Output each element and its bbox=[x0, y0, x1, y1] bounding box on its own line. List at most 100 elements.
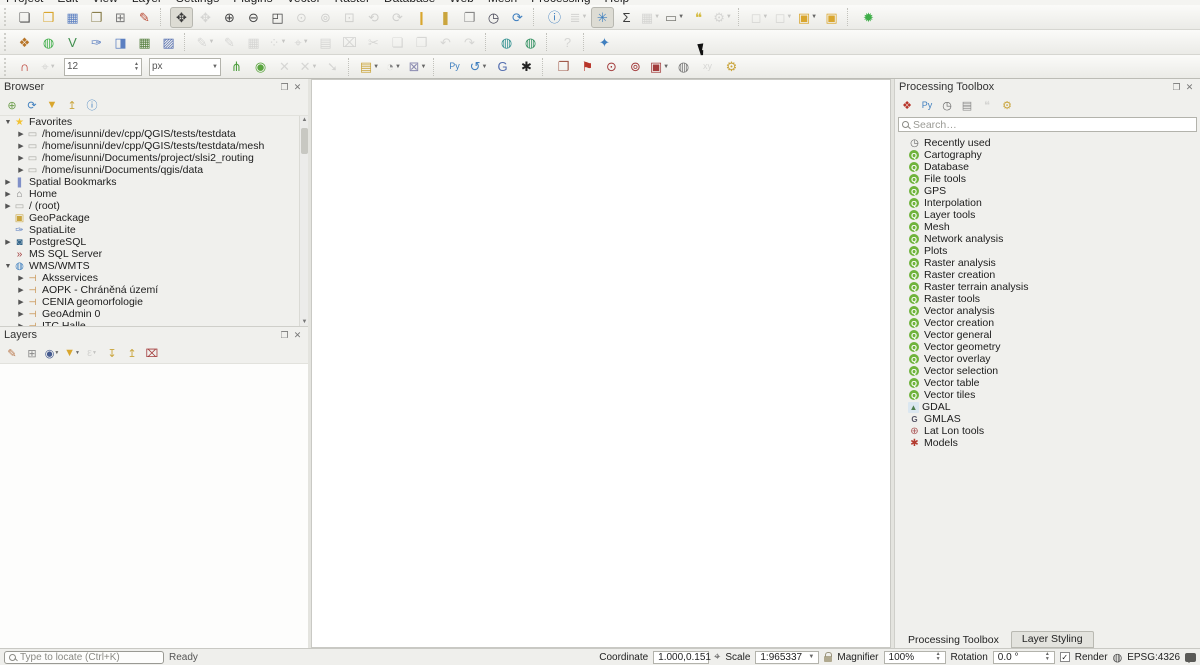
statistics-button[interactable]: Σ bbox=[615, 7, 638, 28]
georeferencer-button[interactable]: ✦ bbox=[593, 32, 616, 53]
tree-item-favorites[interactable]: ▼★Favorites bbox=[0, 116, 308, 128]
toolbar-handle[interactable] bbox=[4, 33, 9, 51]
rotation-spinbox[interactable]: 0.0 ° ▲▼ bbox=[993, 651, 1055, 664]
messages-icon[interactable] bbox=[1185, 653, 1196, 662]
tree-item-mesh[interactable]: QMesh bbox=[895, 221, 1200, 233]
pin-labels-button[interactable]: ⊠▼ bbox=[406, 56, 429, 77]
topological-editing-button[interactable]: ⋔ bbox=[225, 56, 248, 77]
layout-manager-button[interactable]: ⊞ bbox=[109, 7, 132, 28]
tree-item-interpolation[interactable]: QInterpolation bbox=[895, 197, 1200, 209]
tree-item-home[interactable]: ▶⌂Home bbox=[0, 188, 308, 200]
expand-arrow-icon[interactable]: ▶ bbox=[3, 202, 13, 210]
measure-button[interactable]: ▭▼ bbox=[663, 7, 686, 28]
add-wms-service-button[interactable]: ◍ bbox=[495, 32, 518, 53]
gml-application-schema-button[interactable]: G bbox=[491, 56, 514, 77]
new-bookmark-button[interactable]: ❙ bbox=[410, 7, 433, 28]
tree-item-spatialite[interactable]: ✑SpatiaLite bbox=[0, 224, 308, 236]
tree-item-vector-general[interactable]: QVector general bbox=[895, 329, 1200, 341]
layers-list-empty[interactable] bbox=[0, 363, 308, 648]
enable-tracing-button[interactable]: ◉ bbox=[249, 56, 272, 77]
pan-map-button[interactable]: ✥ bbox=[170, 7, 193, 28]
tree-item-lat-lon-tools[interactable]: ⊕Lat Lon tools bbox=[895, 425, 1200, 437]
add-raster-layer-button[interactable]: ▦ bbox=[133, 32, 156, 53]
add-arcgis-service-button[interactable]: ◍ bbox=[519, 32, 542, 53]
expand-arrow-icon[interactable]: ▶ bbox=[16, 322, 26, 326]
snapping-toggle-button[interactable]: ∩ bbox=[13, 56, 36, 77]
filter-legend-button[interactable]: ▼▼ bbox=[63, 345, 81, 362]
add-geopackage-layer-button[interactable]: ◍ bbox=[37, 32, 60, 53]
layers-close-button[interactable]: ✕ bbox=[291, 330, 304, 341]
toolbar-handle[interactable] bbox=[4, 8, 9, 26]
tree-item-recently-used[interactable]: ◷Recently used bbox=[895, 137, 1200, 149]
open-project-button[interactable]: ❒ bbox=[37, 7, 60, 28]
menu-mesh[interactable]: Mesh bbox=[488, 0, 517, 5]
menu-web[interactable]: Web bbox=[449, 0, 473, 5]
magnifier-spinbox[interactable]: 100% ▲▼ bbox=[884, 651, 946, 664]
expand-all-button[interactable]: ↧ bbox=[103, 345, 121, 362]
menu-processing[interactable]: Processing bbox=[531, 0, 590, 5]
tree-item-file-tools[interactable]: QFile tools bbox=[895, 173, 1200, 185]
tree-item-home-isunni-dev-cpp-qgis-tests-testdata[interactable]: ▶▭/home/isunni/dev/cpp/QGIS/tests/testda… bbox=[0, 128, 308, 140]
field-calculator-button[interactable]: ▣ bbox=[820, 7, 843, 28]
processing-options-button[interactable]: ⚙ bbox=[998, 97, 1016, 114]
menu-settings[interactable]: Settings bbox=[176, 0, 219, 5]
tree-item-cenia-geomorfologie[interactable]: ▶⊣CENIA geomorfologie bbox=[0, 296, 308, 308]
tree-item-gdal[interactable]: ▲GDAL bbox=[895, 401, 1200, 413]
scale-combobox[interactable]: 1:965337▼ bbox=[755, 651, 819, 664]
tree-item-layer-tools[interactable]: QLayer tools bbox=[895, 209, 1200, 221]
results-viewer-button[interactable]: ▤ bbox=[958, 97, 976, 114]
tree-item-postgresql[interactable]: ▶◙PostgreSQL bbox=[0, 236, 308, 248]
browser-refresh-button[interactable]: ⟳ bbox=[23, 97, 41, 114]
web-service-button[interactable]: ◍ bbox=[672, 56, 695, 77]
tree-item-vector-geometry[interactable]: QVector geometry bbox=[895, 341, 1200, 353]
tree-item-raster-analysis[interactable]: QRaster analysis bbox=[895, 257, 1200, 269]
menu-raster[interactable]: Raster bbox=[335, 0, 370, 5]
browser-float-button[interactable]: ❐ bbox=[278, 82, 291, 93]
expand-arrow-icon[interactable]: ▶ bbox=[3, 238, 13, 246]
tree-item-raster-creation[interactable]: QRaster creation bbox=[895, 269, 1200, 281]
expand-arrow-icon[interactable]: ▶ bbox=[3, 178, 13, 186]
tree-item-itc-halle[interactable]: ▶⊣ITC Halle bbox=[0, 320, 308, 326]
tree-item-cartography[interactable]: QCartography bbox=[895, 149, 1200, 161]
plugin-settings-button[interactable]: ⚙ bbox=[720, 56, 743, 77]
extents-toggle-icon[interactable]: ⌖ bbox=[714, 651, 720, 664]
tree-item-home-isunni-documents-project-slsi2-routing[interactable]: ▶▭/home/isunni/Documents/project/slsi2_r… bbox=[0, 152, 308, 164]
new-virtual-layer-button[interactable]: ▨ bbox=[157, 32, 180, 53]
processing-toolbox-toggle[interactable]: ✳ bbox=[591, 7, 614, 28]
browser-filter-button[interactable]: ▼ bbox=[43, 97, 61, 114]
tree-item-vector-selection[interactable]: QVector selection bbox=[895, 365, 1200, 377]
tree-item-home-isunni-documents-qgis-data[interactable]: ▶▭/home/isunni/Documents/qgis/data bbox=[0, 164, 308, 176]
show-bookmarks-button[interactable]: ❚ bbox=[434, 7, 457, 28]
menu-view[interactable]: View bbox=[92, 0, 118, 5]
metasearch-button[interactable]: ✹ bbox=[857, 7, 880, 28]
tree-item-database[interactable]: QDatabase bbox=[895, 161, 1200, 173]
menu-plugins[interactable]: Plugins bbox=[233, 0, 272, 5]
zoom-in-button[interactable]: ⊕ bbox=[218, 7, 241, 28]
menu-edit[interactable]: Edit bbox=[57, 0, 78, 5]
tree-item-aopk-chr-n-n-zem[interactable]: ▶⊣AOPK - Chráněná území bbox=[0, 284, 308, 296]
expand-arrow-icon[interactable]: ▶ bbox=[16, 286, 26, 294]
expand-arrow-icon[interactable]: ▶ bbox=[16, 154, 26, 162]
tree-item-geopackage[interactable]: ▣GeoPackage bbox=[0, 212, 308, 224]
tree-item-home-isunni-dev-cpp-qgis-tests-testdata-mesh[interactable]: ▶▭/home/isunni/dev/cpp/QGIS/tests/testda… bbox=[0, 140, 308, 152]
zoom-to-coordinates-button[interactable]: ⊚ bbox=[624, 56, 647, 77]
expand-arrow-icon[interactable]: ▶ bbox=[3, 190, 13, 198]
tree-item-ms-sql-server[interactable]: »MS SQL Server bbox=[0, 248, 308, 260]
refresh-map-button[interactable]: ⟳ bbox=[506, 7, 529, 28]
menu-database[interactable]: Database bbox=[384, 0, 435, 5]
render-checkbox[interactable]: ✓ bbox=[1060, 652, 1070, 662]
debug-first-aid-button[interactable]: ✱ bbox=[515, 56, 538, 77]
collapse-all-button[interactable]: ↥ bbox=[123, 345, 141, 362]
browser-collapse-all-button[interactable]: ↥ bbox=[63, 97, 81, 114]
new-map-view-button[interactable]: ❐ bbox=[458, 7, 481, 28]
tree-item-vector-analysis[interactable]: QVector analysis bbox=[895, 305, 1200, 317]
tree-item-network-analysis[interactable]: QNetwork analysis bbox=[895, 233, 1200, 245]
scripts-menu-button[interactable]: Py bbox=[918, 97, 936, 114]
temporal-controller-button[interactable]: ◷ bbox=[482, 7, 505, 28]
reload-plugins-button[interactable]: ↺▼ bbox=[467, 56, 490, 77]
locator-input[interactable]: Type to locate (Ctrl+K) bbox=[4, 651, 164, 664]
new-print-layout-button[interactable]: ❐ bbox=[85, 7, 108, 28]
browser-add-selected-layers-button[interactable]: ⊕ bbox=[3, 97, 21, 114]
zoom-out-button[interactable]: ⊖ bbox=[242, 7, 265, 28]
quick-map-pin-button[interactable]: ⚑ bbox=[576, 56, 599, 77]
